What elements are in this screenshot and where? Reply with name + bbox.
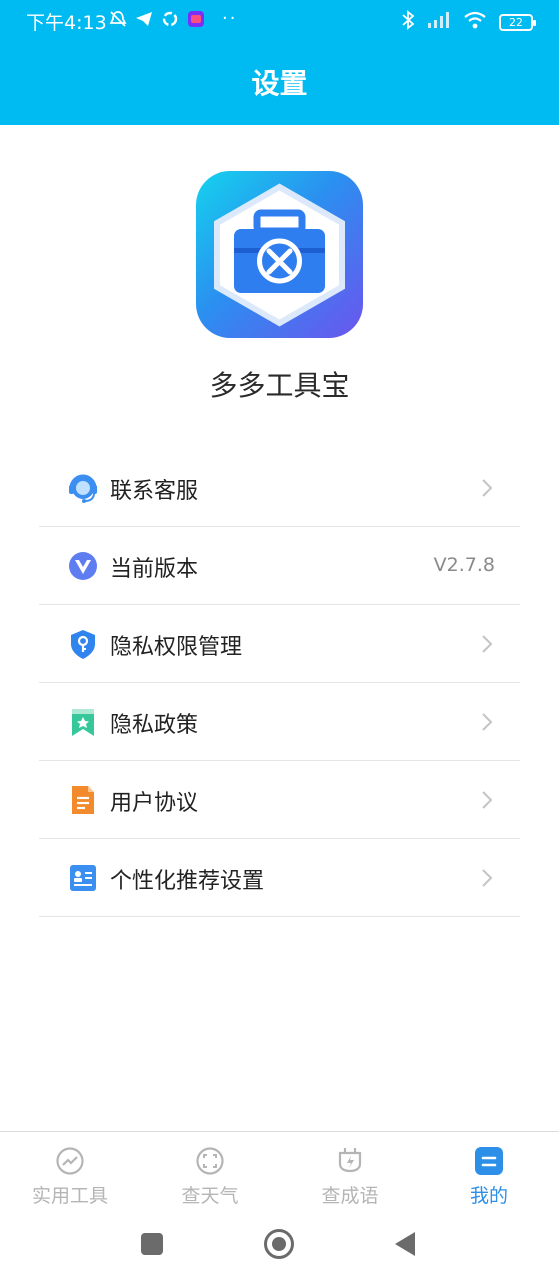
menu-item-label: 用户协议 (110, 791, 199, 816)
customer-service-icon (67, 472, 99, 504)
tools-chart-icon (55, 1146, 85, 1176)
back-button[interactable] (393, 1231, 417, 1257)
mine-icon (474, 1146, 504, 1176)
chevron-right-icon (480, 867, 494, 889)
chevron-right-icon (480, 633, 494, 655)
page-title: 设置 (251, 67, 308, 100)
recents-button[interactable] (140, 1232, 164, 1256)
wifi-icon (463, 11, 487, 33)
menu-item-privacy-policy[interactable]: 隐私政策 (39, 683, 520, 761)
tab-label: 查天气 (181, 1185, 239, 1207)
menu-item-label: 个性化推荐设置 (110, 869, 265, 894)
signal-icon (427, 11, 451, 33)
mute-bell-icon (109, 10, 127, 28)
menu-item-privacy-permissions[interactable]: 隐私权限管理 (39, 605, 520, 683)
sync-icon (161, 10, 179, 28)
toolbox-icon (214, 183, 345, 327)
status-dots: ·· (222, 8, 238, 29)
bluetooth-icon (401, 10, 415, 34)
telegram-icon (135, 10, 153, 28)
bottom-tab-bar: 实用工具 查天气 查成语 我的 (0, 1131, 559, 1213)
status-time: 下午4:13 (26, 12, 107, 34)
menu-item-user-agreement[interactable]: 用户协议 (39, 761, 520, 839)
profile-card-icon (67, 862, 99, 894)
header-bar: 下午4:13 ·· 22 设置 (0, 0, 559, 125)
system-nav-bar (0, 1213, 559, 1280)
version-icon (67, 550, 99, 582)
app-name: 多多工具宝 (209, 369, 350, 402)
battery-icon: 22 (499, 13, 536, 31)
menu-item-label: 当前版本 (110, 557, 199, 582)
tab-label: 实用工具 (31, 1185, 108, 1207)
tab-label: 我的 (469, 1185, 508, 1207)
weather-scan-icon (195, 1146, 225, 1176)
menu-item-label: 隐私政策 (110, 713, 199, 738)
tab-weather[interactable]: 查天气 (140, 1132, 280, 1214)
settings-list: 联系客服 当前版本 V2.7.8 隐私权限管理 隐私政策 用户协议 个性化推荐设… (39, 449, 520, 917)
chevron-right-icon (480, 477, 494, 499)
menu-item-label: 隐私权限管理 (110, 635, 243, 660)
bookmark-star-icon (67, 706, 99, 738)
chevron-right-icon (480, 789, 494, 811)
menu-item-personalized-recommendation[interactable]: 个性化推荐设置 (39, 839, 520, 917)
tab-tools[interactable]: 实用工具 (0, 1132, 140, 1214)
home-button[interactable] (263, 1228, 295, 1260)
status-bar: 下午4:13 ·· 22 (0, 0, 559, 42)
menu-item-label: 联系客服 (110, 479, 199, 504)
app-badge-icon (187, 10, 205, 28)
shield-key-icon (67, 628, 99, 660)
battery-level: 22 (509, 15, 523, 29)
tab-label: 查成语 (321, 1185, 379, 1207)
menu-item-customer-service[interactable]: 联系客服 (39, 449, 520, 527)
tab-mine[interactable]: 我的 (419, 1132, 559, 1214)
menu-item-version[interactable]: 当前版本 V2.7.8 (39, 527, 520, 605)
version-value: V2.7.8 (433, 554, 495, 576)
app-logo (196, 171, 363, 338)
chevron-right-icon (480, 711, 494, 733)
tab-idiom[interactable]: 查成语 (280, 1132, 420, 1214)
document-icon (67, 784, 99, 816)
idiom-plug-icon (335, 1146, 365, 1176)
